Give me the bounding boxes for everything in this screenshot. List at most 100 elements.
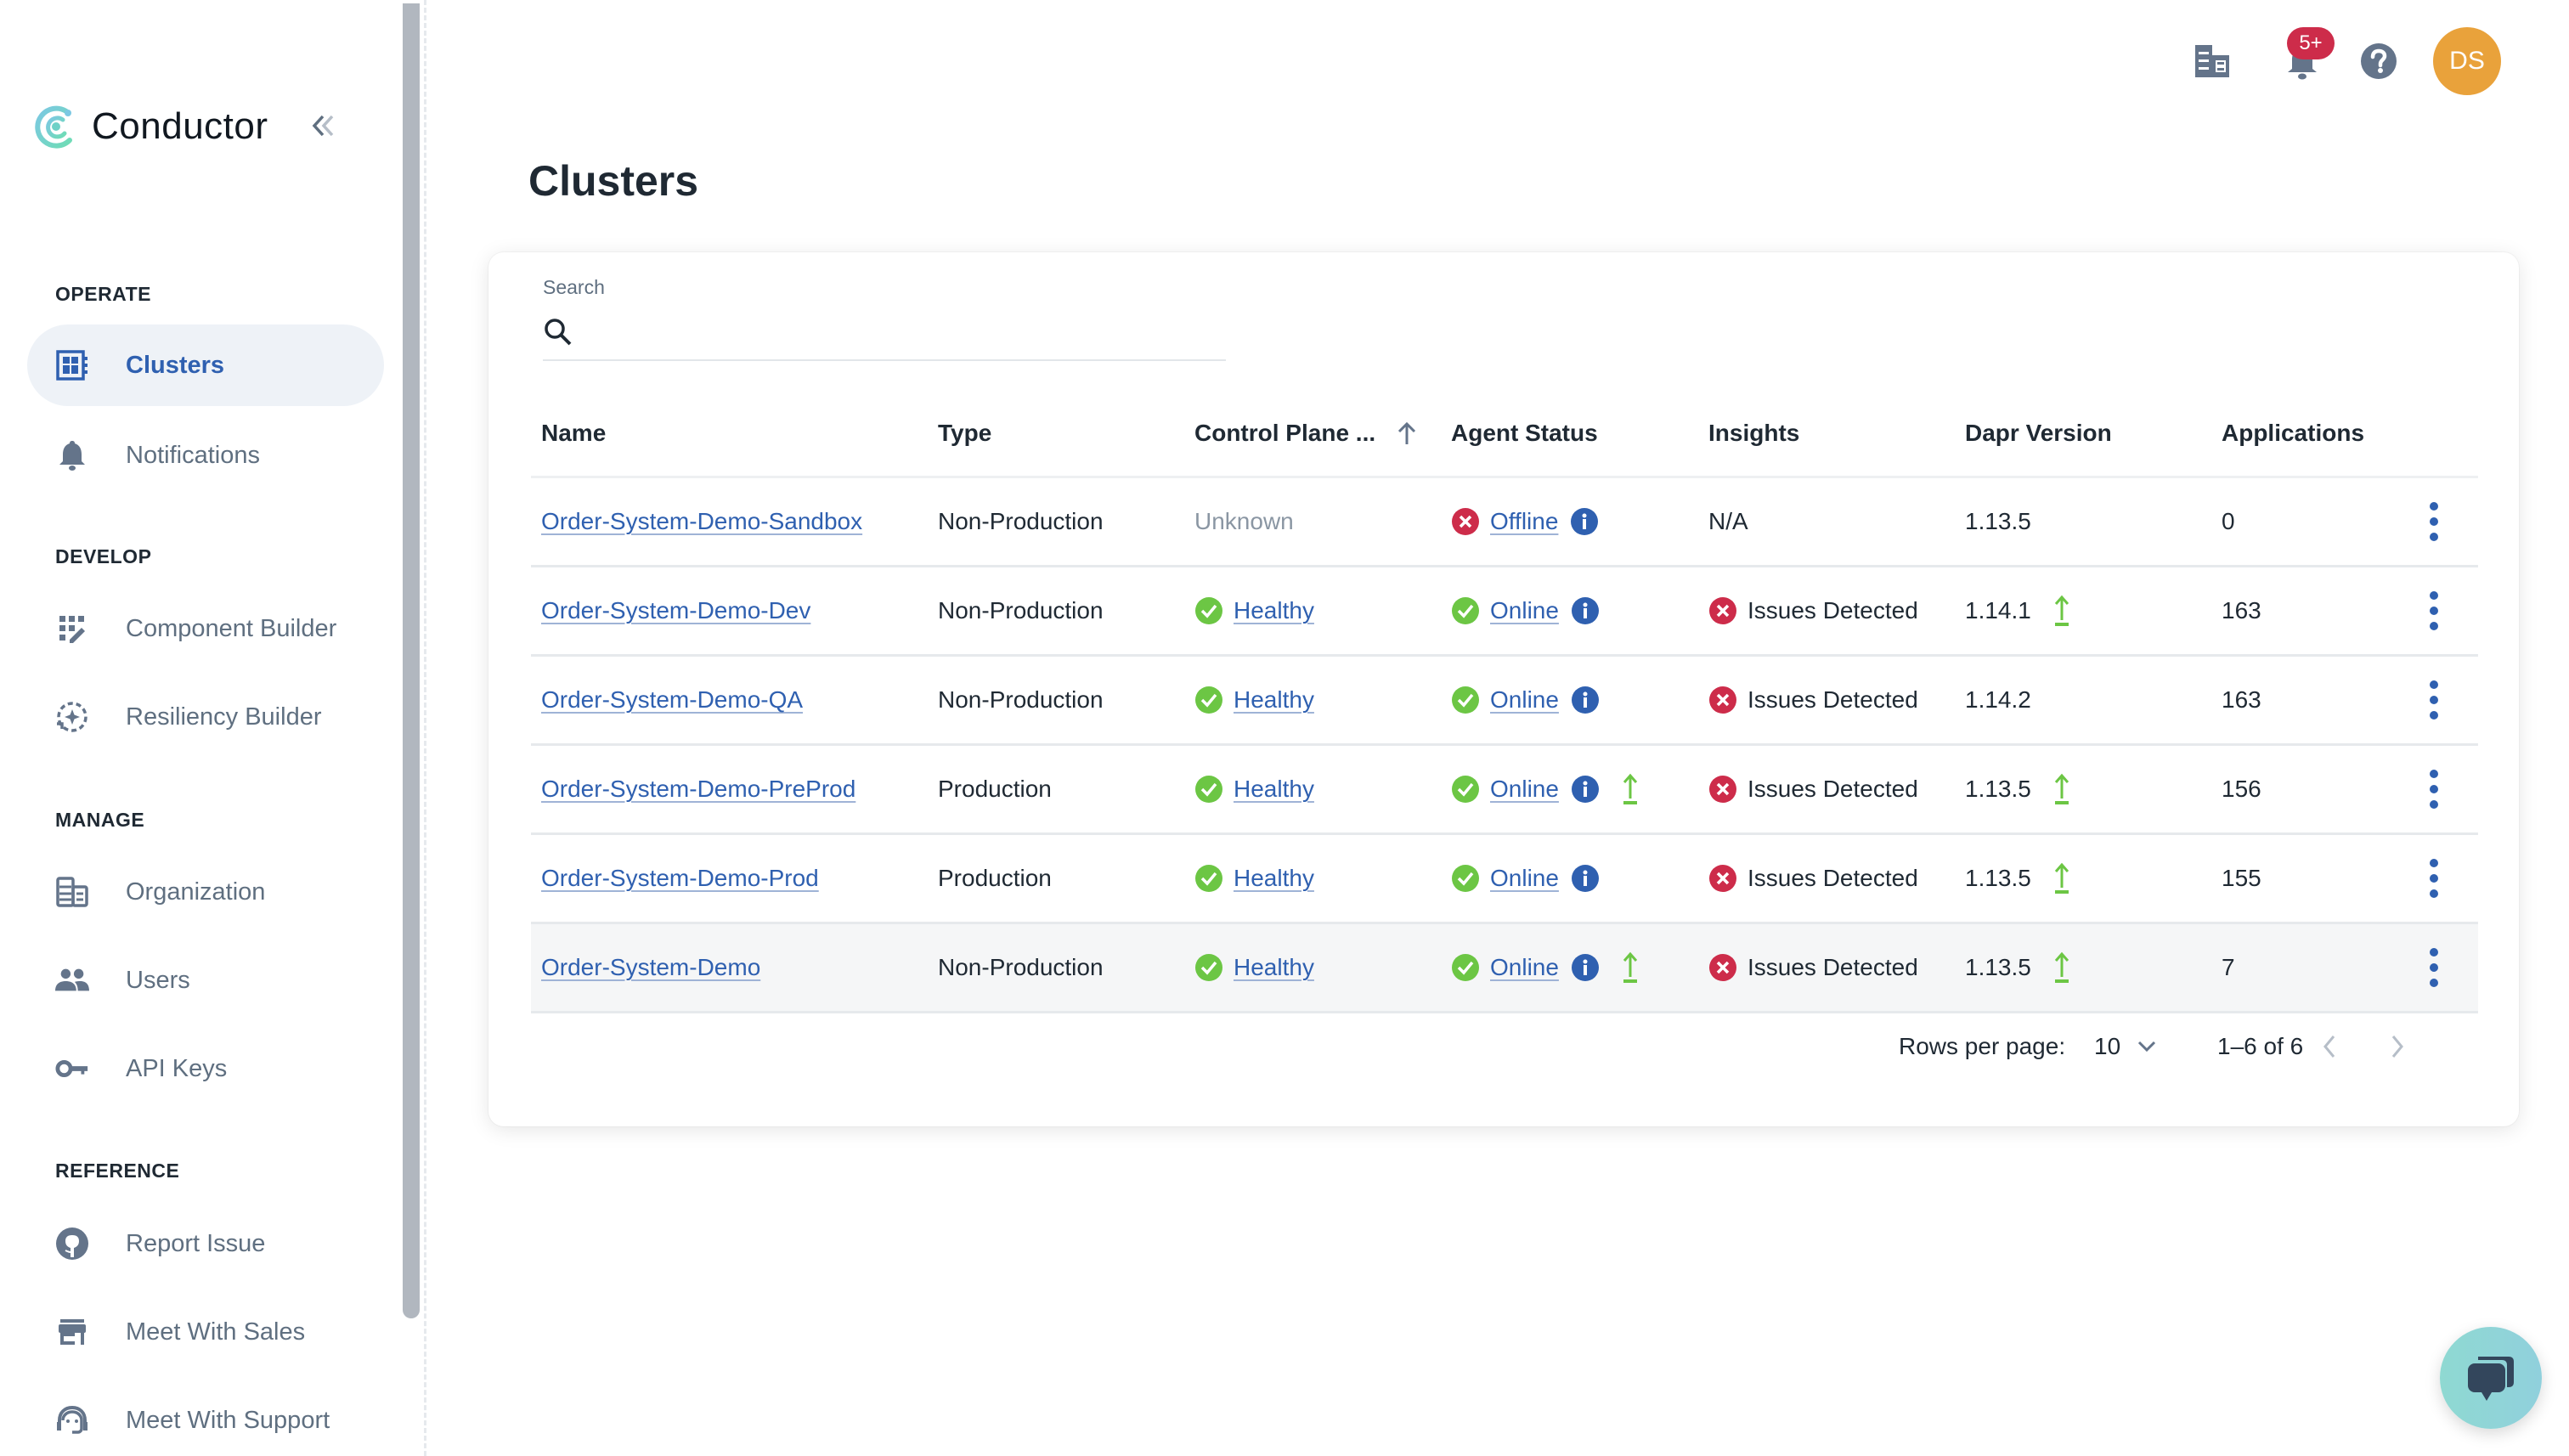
info-icon[interactable]	[1571, 596, 1600, 625]
clusters-card: Search Name Type Control Plane ... Agent…	[488, 252, 2519, 1126]
column-header-control-plane[interactable]: Control Plane ...	[1194, 388, 1420, 478]
table-row[interactable]: Order-System-Demo-Dev Non-Production Healt…	[531, 567, 2478, 657]
agent-status-link[interactable]: Online	[1490, 865, 1559, 892]
previous-page-button[interactable]	[2308, 1025, 2351, 1068]
cluster-name-link[interactable]: Order-System-Demo-PreProd	[541, 776, 855, 803]
page-title: Clusters	[528, 157, 699, 205]
control-plane-status-link[interactable]: Healthy	[1234, 954, 1314, 981]
agent-status-link[interactable]: Online	[1490, 686, 1559, 714]
info-icon[interactable]	[1571, 864, 1600, 893]
info-icon[interactable]	[1571, 953, 1600, 982]
sidebar-item-users[interactable]: Users	[27, 940, 384, 1021]
cluster-name-link[interactable]: Order-System-Demo	[541, 954, 760, 981]
chat-support-button[interactable]	[2440, 1327, 2542, 1429]
clusters-icon	[55, 348, 89, 382]
column-header-insights[interactable]: Insights	[1708, 388, 1799, 478]
error-circle-icon	[1709, 954, 1736, 981]
agent-status-link[interactable]: Online	[1490, 597, 1559, 624]
organization-switcher-button[interactable]	[2188, 37, 2236, 85]
table-row[interactable]: Order-System-Demo-QA Non-Production Health…	[531, 657, 2478, 746]
app-logo[interactable]: Conductor	[32, 99, 268, 155]
upgrade-available-icon[interactable]	[1620, 773, 1640, 805]
sidebar-item-label: Users	[126, 966, 190, 994]
control-plane-status-link[interactable]: Healthy	[1234, 776, 1314, 803]
pagination: Rows per page: 10 1–6 of 6	[488, 1017, 2519, 1076]
cluster-name-link[interactable]: Order-System-Demo-QA	[541, 686, 803, 714]
upgrade-available-icon[interactable]	[1620, 951, 1640, 984]
error-circle-icon	[1709, 776, 1736, 803]
applications-count: 155	[2222, 865, 2261, 891]
cell-control-plane: Healthy	[1194, 924, 1314, 1011]
row-actions-button[interactable]	[2421, 674, 2447, 725]
control-plane-status-link[interactable]: Healthy	[1234, 865, 1314, 892]
row-actions-button[interactable]	[2421, 585, 2447, 636]
table-row[interactable]: Order-System-Demo Non-Production Healthy On…	[531, 924, 2478, 1013]
sidebar-item-clusters[interactable]: Clusters	[27, 324, 384, 406]
cell-actions	[2421, 746, 2447, 832]
cluster-name-link[interactable]: Order-System-Demo-Sandbox	[541, 508, 862, 535]
cell-applications: 163	[2222, 657, 2261, 743]
column-header-type[interactable]: Type	[938, 388, 991, 478]
upgrade-available-icon[interactable]	[2052, 862, 2072, 894]
sort-ascending-icon[interactable]	[1394, 420, 1420, 446]
store-icon	[55, 1315, 89, 1349]
agent-status-link[interactable]: Offline	[1490, 508, 1558, 535]
agent-status-link[interactable]: Online	[1490, 954, 1559, 981]
sidebar-item-resiliency-builder[interactable]: Resiliency Builder	[27, 676, 384, 758]
info-icon[interactable]	[1571, 686, 1600, 714]
sidebar-item-component-builder[interactable]: Component Builder	[27, 588, 384, 669]
info-icon[interactable]	[1571, 775, 1600, 804]
table-row[interactable]: Order-System-Demo-Prod Production Healthy O…	[531, 835, 2478, 924]
column-header-agent-status[interactable]: Agent Status	[1451, 388, 1598, 478]
agent-status-link[interactable]: Online	[1490, 776, 1559, 803]
column-header-name[interactable]: Name	[541, 388, 606, 478]
column-header-dapr-version[interactable]: Dapr Version	[1965, 388, 2112, 478]
conductor-logo-icon	[35, 105, 72, 149]
search-underline	[543, 359, 1226, 361]
search-input[interactable]	[582, 312, 1168, 353]
upgrade-available-icon[interactable]	[2052, 595, 2072, 627]
info-icon[interactable]	[1570, 507, 1599, 536]
user-avatar[interactable]: DS	[2433, 27, 2501, 95]
users-icon	[55, 963, 89, 997]
sidebar-item-meet-with-support[interactable]: Meet With Support	[27, 1380, 384, 1456]
more-vertical-icon	[2430, 680, 2438, 720]
collapse-sidebar-button[interactable]	[306, 107, 340, 144]
error-circle-icon	[1709, 686, 1736, 714]
control-plane-status-link[interactable]: Healthy	[1234, 686, 1314, 714]
sidebar-item-label: Organization	[126, 878, 266, 906]
sidebar-item-api-keys[interactable]: API Keys	[27, 1028, 384, 1109]
dapr-version: 1.13.5	[1965, 865, 2031, 891]
cell-name: Order-System-Demo-Dev	[541, 567, 810, 654]
row-actions-button[interactable]	[2421, 853, 2447, 904]
section-label-develop: DEVELOP	[55, 545, 152, 567]
sidebar-item-organization[interactable]: Organization	[27, 851, 384, 933]
cluster-name-link[interactable]: Order-System-Demo-Dev	[541, 597, 810, 624]
upgrade-available-icon[interactable]	[2052, 951, 2072, 984]
table-row[interactable]: Order-System-Demo-PreProd Production Healt…	[531, 746, 2478, 835]
row-actions-button[interactable]	[2421, 496, 2447, 547]
cell-agent-status: Offline	[1451, 478, 1599, 565]
column-header-label: Insights	[1708, 420, 1800, 446]
cluster-name-link[interactable]: Order-System-Demo-Prod	[541, 865, 819, 892]
sidebar-scrollbar[interactable]	[403, 3, 420, 1318]
row-actions-button[interactable]	[2421, 764, 2447, 815]
cell-insights: Issues Detected	[1708, 924, 1918, 1011]
sidebar-item-notifications[interactable]: Notifications	[27, 415, 384, 496]
rows-per-page-select[interactable]: 10	[2094, 1017, 2156, 1076]
insights-value: N/A	[1708, 508, 1748, 534]
cell-type: Non-Production	[938, 657, 1104, 743]
column-header-label: Agent Status	[1451, 420, 1598, 446]
control-plane-status-link[interactable]: Healthy	[1234, 597, 1314, 624]
sidebar: Conductor OPERATE Clusters Notifications…	[0, 0, 425, 1456]
table-row[interactable]: Order-System-Demo-Sandbox Non-Production U…	[531, 478, 2478, 567]
row-actions-button[interactable]	[2421, 942, 2447, 993]
column-header-applications[interactable]: Applications	[2222, 388, 2364, 478]
upgrade-available-icon[interactable]	[2052, 773, 2072, 805]
sidebar-item-meet-with-sales[interactable]: Meet With Sales	[27, 1291, 384, 1373]
section-label-reference: REFERENCE	[55, 1160, 180, 1182]
sidebar-item-report-issue[interactable]: Report Issue	[27, 1203, 384, 1284]
help-button[interactable]	[2355, 37, 2402, 85]
cell-insights: Issues Detected	[1708, 567, 1918, 654]
next-page-button[interactable]	[2376, 1025, 2419, 1068]
